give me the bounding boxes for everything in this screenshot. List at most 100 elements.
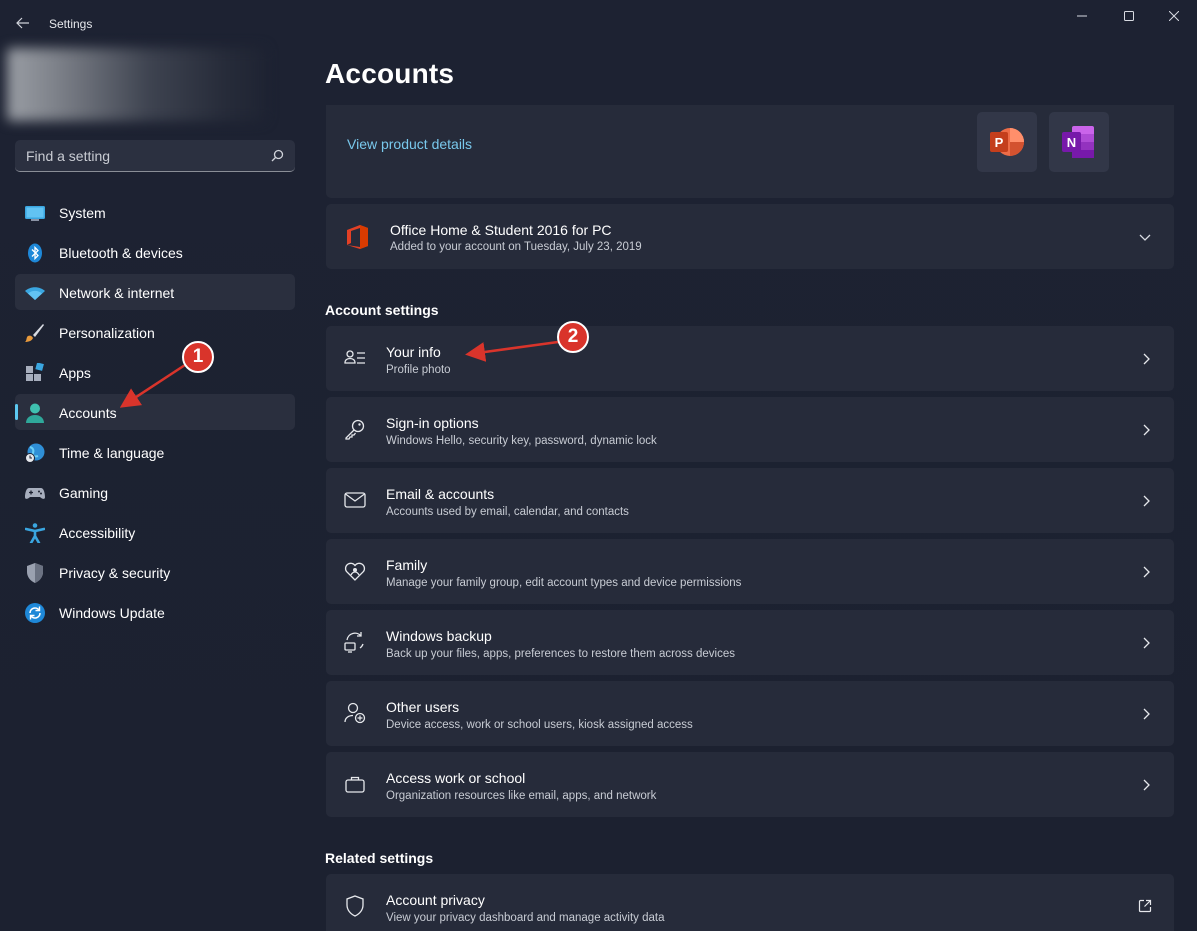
back-button[interactable] <box>10 10 36 36</box>
maximize-button[interactable] <box>1106 0 1152 32</box>
product-card: View product details P N <box>326 105 1174 198</box>
sidebar-item-apps[interactable]: Apps <box>15 354 295 390</box>
minimize-button[interactable] <box>1059 0 1105 32</box>
sidebar-item-accounts[interactable]: Accounts <box>15 394 295 430</box>
shield-icon <box>27 563 43 583</box>
monitor-icon <box>25 206 45 221</box>
svg-text:P: P <box>995 135 1004 150</box>
row-title: Account privacy <box>386 892 485 908</box>
sidebar-item-privacy-security[interactable]: Privacy & security <box>15 554 295 590</box>
sidebar-item-bluetooth-devices[interactable]: Bluetooth & devices <box>15 234 295 270</box>
sidebar-item-label: Privacy & security <box>59 565 171 581</box>
powerpoint-icon: P <box>990 128 1024 156</box>
user-profile[interactable] <box>7 48 265 121</box>
refresh-icon <box>25 603 45 623</box>
backup-sync-icon <box>344 632 364 653</box>
account-settings-heading: Account settings <box>325 302 439 318</box>
annotation-badge-2: 2 <box>557 321 589 353</box>
row-title: Other users <box>386 699 460 715</box>
office-icon <box>347 225 368 249</box>
sidebar-item-system[interactable]: System <box>15 194 295 230</box>
row-title: Your info <box>386 344 441 360</box>
sidebar-item-label: Bluetooth & devices <box>59 245 183 261</box>
account-privacy-row[interactable]: Account privacy View your privacy dashbo… <box>326 874 1174 931</box>
other-users-row[interactable]: Other users Device access, work or schoo… <box>326 681 1174 746</box>
chevron-right-icon <box>1143 353 1150 365</box>
bluetooth-icon <box>28 243 42 263</box>
sidebar-item-windows-update[interactable]: Windows Update <box>15 594 295 630</box>
row-subtitle: Manage your family group, edit account t… <box>386 577 742 589</box>
wifi-icon <box>25 287 45 300</box>
sidebar-item-label: Accessibility <box>59 525 136 541</box>
row-title: Windows backup <box>386 628 492 644</box>
powerpoint-tile[interactable]: P <box>977 112 1037 172</box>
annotation-badge-1: 1 <box>182 341 214 373</box>
sidebar-item-time-language[interactable]: Time & language <box>15 434 295 470</box>
person-list-icon <box>344 350 365 364</box>
email-accounts-row[interactable]: Email & accounts Accounts used by email,… <box>326 468 1174 533</box>
chevron-right-icon <box>1143 637 1150 649</box>
app-title: Settings <box>49 17 93 31</box>
office-title: Office Home & Student 2016 for PC <box>390 222 612 238</box>
chevron-right-icon <box>1143 708 1150 720</box>
globe-clock-icon <box>25 443 45 463</box>
chevron-right-icon <box>1143 495 1150 507</box>
onenote-tile[interactable]: N <box>1049 112 1109 172</box>
accessibility-icon <box>25 523 45 543</box>
family-row[interactable]: Family Manage your family group, edit ac… <box>326 539 1174 604</box>
your-info-row[interactable]: Your info Profile photo <box>326 326 1174 391</box>
search-input[interactable] <box>15 140 265 171</box>
sidebar-item-label: Time & language <box>59 445 165 461</box>
shield-outline-icon <box>346 895 364 917</box>
search-icon[interactable] <box>269 148 285 164</box>
apps-grid-icon <box>26 363 44 381</box>
sidebar-item-network-internet[interactable]: Network & internet <box>15 274 295 310</box>
sidebar-item-accessibility[interactable]: Accessibility <box>15 514 295 550</box>
settings-window: Settings System Bluetooth & devices Netw… <box>0 0 1197 931</box>
add-person-icon <box>344 702 366 724</box>
row-subtitle: Back up your files, apps, preferences to… <box>386 648 735 660</box>
sidebar-item-gaming[interactable]: Gaming <box>15 474 295 510</box>
minimize-icon <box>1077 15 1087 17</box>
paintbrush-icon <box>25 324 44 342</box>
row-title: Family <box>386 557 428 573</box>
sidebar-item-label: Apps <box>59 365 91 381</box>
chevron-right-icon <box>1143 779 1150 791</box>
access-work-school-row[interactable]: Access work or school Organization resou… <box>326 752 1174 817</box>
chevron-right-icon <box>1143 424 1150 436</box>
sidebar-nav: System Bluetooth & devices Network & int… <box>15 194 295 634</box>
page-title: Accounts <box>325 58 455 89</box>
row-subtitle: View your privacy dashboard and manage a… <box>386 912 665 924</box>
row-subtitle: Organization resources like email, apps,… <box>386 790 657 802</box>
sidebar-item-label: Accounts <box>59 405 117 421</box>
row-title: Email & accounts <box>386 486 495 502</box>
chevron-down-icon[interactable] <box>1138 230 1152 244</box>
close-icon <box>1169 11 1179 21</box>
view-product-details-link[interactable]: View product details <box>347 136 472 152</box>
briefcase-icon <box>345 776 365 793</box>
office-subtitle: Added to your account on Tuesday, July 2… <box>390 241 642 253</box>
row-title: Access work or school <box>386 770 526 786</box>
sidebar-item-label: System <box>59 205 106 221</box>
sidebar-item-label: Network & internet <box>59 285 175 301</box>
sign-in-options-row[interactable]: Sign-in options Windows Hello, security … <box>326 397 1174 462</box>
close-button[interactable] <box>1151 0 1197 32</box>
row-subtitle: Profile photo <box>386 364 451 376</box>
row-subtitle: Accounts used by email, calendar, and co… <box>386 506 629 518</box>
sidebar-item-label: Gaming <box>59 485 109 501</box>
title-bar: Settings <box>0 0 1197 46</box>
search-box[interactable] <box>15 140 295 172</box>
open-external-icon <box>1138 899 1152 913</box>
sidebar-item-label: Personalization <box>59 325 155 341</box>
svg-text:N: N <box>1067 135 1076 150</box>
key-icon <box>345 419 365 440</box>
office-product-row[interactable]: Office Home & Student 2016 for PC Added … <box>326 204 1174 269</box>
chevron-right-icon <box>1143 566 1150 578</box>
related-settings-heading: Related settings <box>325 850 434 866</box>
sidebar-item-personalization[interactable]: Personalization <box>15 314 295 350</box>
row-title: Sign-in options <box>386 415 479 431</box>
person-icon <box>26 403 44 423</box>
sidebar-item-label: Windows Update <box>59 605 165 621</box>
maximize-icon <box>1124 11 1134 21</box>
windows-backup-row[interactable]: Windows backup Back up your files, apps,… <box>326 610 1174 675</box>
